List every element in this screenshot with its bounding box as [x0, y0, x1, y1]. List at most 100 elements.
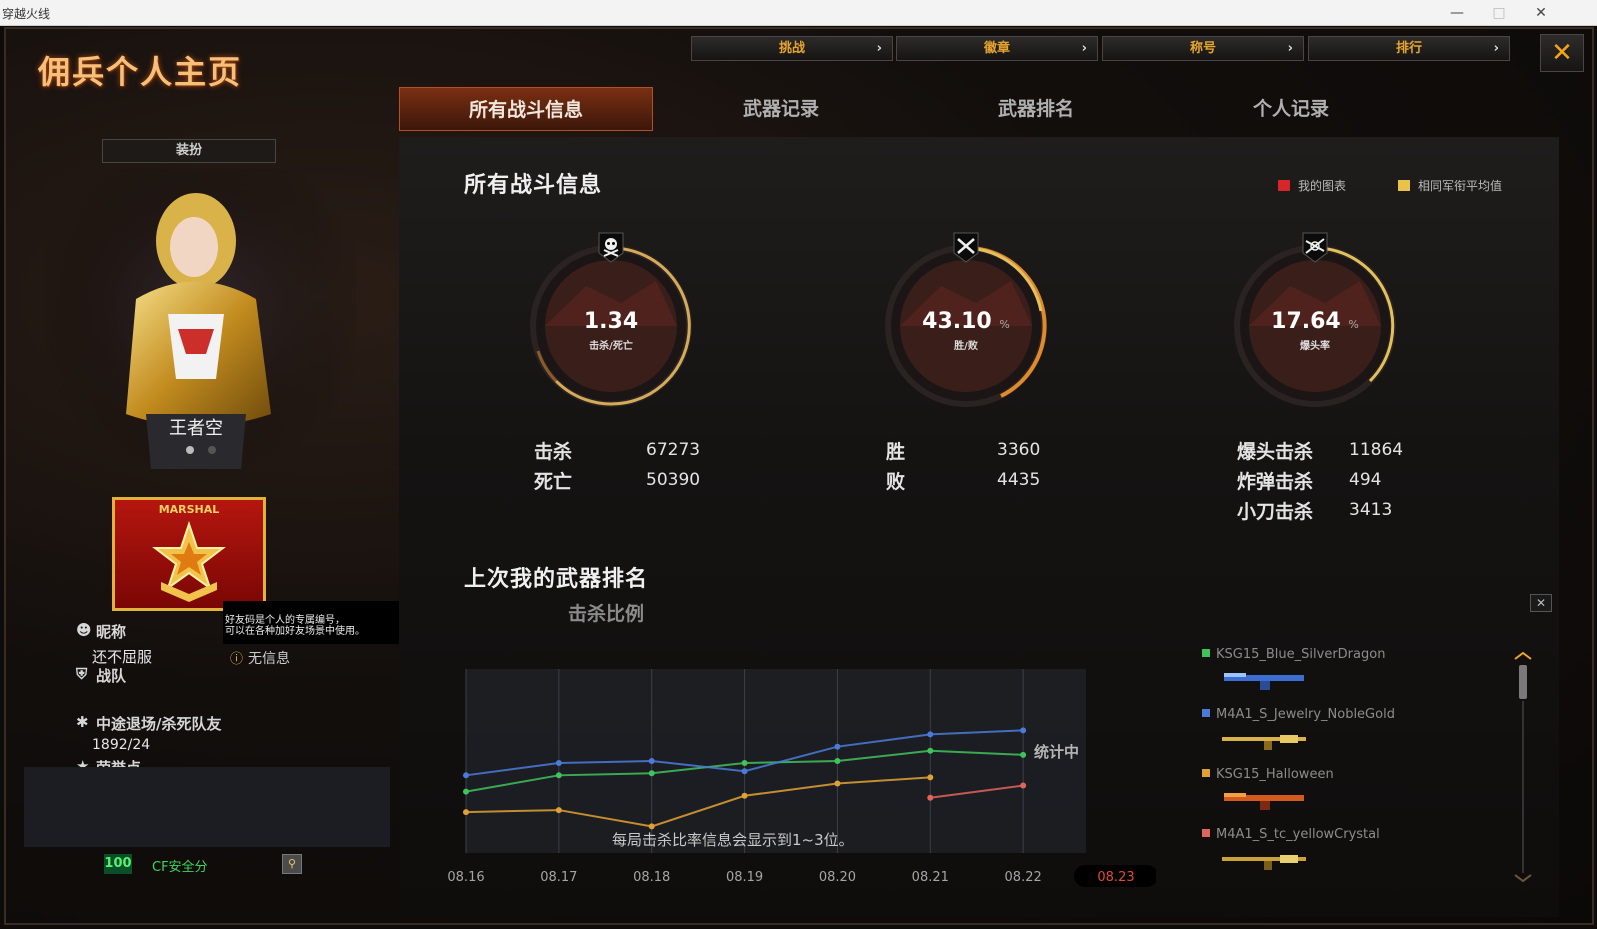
headshot-kills-value: 11864: [1349, 440, 1404, 460]
x-tick-label[interactable]: 08.18: [633, 870, 670, 885]
star-icon: ★: [76, 757, 90, 767]
weapon-rank-subtitle: 击杀比例: [568, 603, 645, 625]
x-tick-label[interactable]: 08.16: [447, 870, 484, 885]
chart-status: 统计中: [1034, 743, 1080, 761]
close-icon[interactable]: ✕: [1540, 34, 1584, 72]
series-point-1-6: [1020, 727, 1027, 734]
gauge-number: 1.34: [583, 309, 639, 334]
series-point-1-4: [834, 743, 841, 750]
series-point-1-5: [927, 731, 934, 738]
kd-value: 1.34: [526, 309, 696, 334]
security-label: CF安全分: [152, 860, 208, 875]
scroll-down-icon: [1514, 874, 1532, 883]
deaths-label: 死亡: [534, 471, 573, 493]
nav-badge-button[interactable]: 徽章 ›: [896, 36, 1098, 61]
gauge-unit: %: [999, 318, 1010, 331]
quit-label: 中途退场/杀死队友: [96, 715, 222, 733]
series-point-0-4: [834, 758, 841, 764]
os-close-icon[interactable]: ✕: [1524, 2, 1558, 24]
weapon-name: KSG15_Halloween: [1216, 767, 1334, 782]
legend-rank-average: 相同军衔平均值: [1398, 177, 1502, 194]
nickname-label: 昵称: [96, 623, 127, 641]
info-panel: [24, 767, 390, 847]
weapon-list-scrollbar[interactable]: [1513, 651, 1533, 883]
chart-note: 每局击杀比率信息会显示到1~3位。: [612, 831, 854, 849]
x-tick-label[interactable]: 08.22: [1005, 870, 1042, 885]
help-icon[interactable]: ⓘ: [230, 648, 243, 667]
series-point-1-3: [741, 768, 748, 775]
panel-close-icon[interactable]: ✕: [1530, 594, 1552, 612]
x-tick-label[interactable]: 08.17: [540, 870, 577, 885]
carousel-dot[interactable]: [208, 446, 216, 454]
tab-all-battle-info[interactable]: 所有战斗信息: [399, 87, 653, 131]
chevron-right-icon: ›: [1287, 41, 1293, 56]
security-score: 100: [104, 854, 132, 874]
weapon-item[interactable]: KSG15_Halloween: [1202, 767, 1334, 782]
tab-personal-record[interactable]: 个人记录: [1164, 87, 1418, 131]
rifle-crystal-icon: [1222, 855, 1306, 870]
series-point-2-4: [834, 780, 841, 787]
weapon-name: M4A1_S_tc_yellowCrystal: [1216, 827, 1380, 842]
nav-label: 挑战: [778, 41, 805, 56]
rank-badge: MARSHAL: [112, 497, 266, 611]
nav-label: 徽章: [983, 41, 1010, 56]
game-window: 佣兵个人主页 挑战 › 徽章 › 称号 › 排行 › ✕ 所有战斗信息 武器记录 武器排…: [4, 27, 1594, 925]
os-titlebar: 穿越火线 — □ ✕: [0, 0, 1597, 26]
tab-weapon-ranking[interactable]: 武器排名: [909, 87, 1163, 131]
series-point-1-0: [463, 772, 469, 779]
knife-kills-value: 3413: [1349, 500, 1393, 520]
x-tick-label[interactable]: 08.19: [726, 870, 763, 885]
series-point-2-5: [927, 774, 934, 781]
series-point-2-0: [463, 809, 469, 816]
series-point-2-3: [741, 792, 748, 799]
legend-swatch: [1278, 180, 1290, 191]
legend-label: 我的图表: [1298, 179, 1347, 193]
weapon-name: M4A1_S_Jewelry_NobleGold: [1216, 707, 1395, 722]
weapon-item[interactable]: M4A1_S_Jewelry_NobleGold: [1202, 707, 1395, 722]
magnifier-icon[interactable]: ⚲: [282, 854, 302, 874]
shotgun-blue-icon: [1224, 673, 1304, 690]
weapon-swatch: [1202, 829, 1210, 837]
wins-value: 3360: [997, 440, 1041, 460]
character-name: 王者空: [169, 418, 223, 439]
minimize-icon[interactable]: —: [1440, 2, 1474, 24]
nav-label: 称号: [1189, 41, 1216, 56]
maximize-icon[interactable]: □: [1482, 2, 1516, 24]
runner-icon: ✱: [76, 713, 89, 731]
nav-challenge-button[interactable]: 挑战 ›: [691, 36, 893, 61]
marshal-star-icon: [152, 520, 226, 602]
page-title: 佣兵个人主页: [38, 53, 243, 91]
legend-swatch: [1398, 180, 1410, 191]
headshot-value: 17.64 %: [1230, 309, 1400, 334]
series-point-0-1: [555, 772, 562, 779]
deaths-value: 50390: [646, 470, 701, 490]
os-window-title: 穿越火线: [2, 7, 51, 21]
weapon-item[interactable]: KSG15_Blue_SilverDragon: [1202, 647, 1385, 662]
headshot-kills-label: 爆头击杀: [1237, 441, 1314, 463]
tab-weapon-record[interactable]: 武器记录: [654, 87, 908, 131]
shotgun-halloween-icon: [1224, 793, 1304, 810]
crossed-rifles-icon: [1302, 232, 1328, 263]
nav-ranking-button[interactable]: 排行 ›: [1308, 36, 1510, 61]
rank-label: MARSHAL: [158, 503, 220, 516]
win-rate-gauge: 43.10 % 胜/败: [881, 232, 1051, 411]
quit-value: 1892/24: [92, 737, 151, 753]
weapon-item[interactable]: M4A1_S_tc_yellowCrystal: [1202, 827, 1380, 842]
series-point-2-1: [555, 807, 562, 814]
nav-title-button[interactable]: 称号 ›: [1102, 36, 1304, 61]
gauge-unit: %: [1348, 318, 1359, 331]
losses-label: 败: [886, 471, 906, 493]
chevron-right-icon: ›: [876, 41, 882, 56]
series-point-3-1: [1020, 782, 1027, 789]
friend-code-value: 无信息: [248, 651, 290, 667]
x-tick-label[interactable]: 08.21: [912, 870, 949, 885]
x-tick-label[interactable]: 08.20: [819, 870, 856, 885]
series-point-0-6: [1020, 751, 1027, 758]
x-tick-label[interactable]: 08.23: [1097, 870, 1134, 885]
battle-info-title: 所有战斗信息: [464, 173, 603, 198]
series-point-0-0: [463, 788, 469, 795]
kills-value: 67273: [646, 440, 701, 460]
carousel-dot-active[interactable]: [186, 446, 194, 454]
chevron-right-icon: ›: [1081, 41, 1087, 56]
dress-button[interactable]: 装扮: [102, 139, 276, 163]
